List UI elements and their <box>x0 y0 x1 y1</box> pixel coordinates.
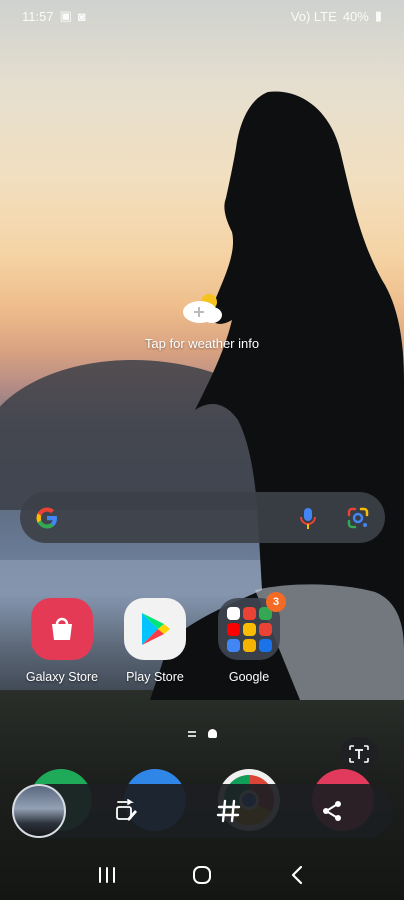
folder-app-grid <box>226 606 272 652</box>
text-extract-button[interactable] <box>340 737 378 771</box>
page-indicator[interactable] <box>0 729 404 738</box>
scroll-capture-button[interactable] <box>110 795 142 827</box>
hashtag-icon <box>216 799 241 823</box>
tag-button[interactable] <box>213 795 245 827</box>
app-google-folder[interactable]: 3 Google <box>209 592 289 684</box>
google-g-icon <box>36 507 57 528</box>
share-icon <box>323 801 341 821</box>
status-time: 11:57 <box>22 8 54 24</box>
galaxy-store-icon <box>31 598 93 660</box>
folder-google-icon <box>226 606 240 620</box>
recents-icon <box>99 867 116 883</box>
screenshot-toolbar <box>12 784 393 838</box>
home-button[interactable] <box>182 855 222 895</box>
battery-icon: ▮ <box>374 8 382 23</box>
screenshot-thumbnail[interactable] <box>12 784 66 838</box>
folder-drive-icon <box>242 622 256 636</box>
back-icon <box>291 865 302 885</box>
text-extract-icon <box>349 745 369 763</box>
weather-widget[interactable]: Tap for weather info <box>0 292 404 351</box>
app-label: Galaxy Store <box>25 670 99 684</box>
play-store-icon <box>124 598 186 660</box>
folder-gmail-icon <box>242 606 256 620</box>
battery-text: 40% <box>342 8 369 24</box>
status-bar: 11:57 ▣ ◙ Vo) LTE 40% ▮ <box>0 0 404 32</box>
contacts-icon: ◙ <box>77 8 86 24</box>
recents-button[interactable] <box>87 855 127 895</box>
share-button[interactable] <box>316 795 348 827</box>
back-button[interactable] <box>277 855 317 895</box>
page-indicator-home <box>207 729 217 738</box>
folder-youtube-icon <box>226 622 240 636</box>
scroll-capture-icon <box>116 799 137 821</box>
app-label: Play Store <box>126 670 184 684</box>
google-lens-icon[interactable] <box>345 505 371 531</box>
folder-duo-icon <box>258 638 272 652</box>
folder-meet-icon <box>226 638 240 652</box>
folder-ytmusic-icon <box>258 622 272 636</box>
folder-photos-icon <box>242 638 256 652</box>
app-label: Google <box>228 670 270 684</box>
app-play-store[interactable]: Play Store <box>115 598 195 684</box>
page-indicator-list <box>187 730 196 737</box>
signal-text: Vo) LTE <box>290 8 337 24</box>
notification-badge: 3 <box>266 592 286 612</box>
weather-add-icon <box>183 294 222 323</box>
gallery-icon: ▣ <box>59 8 72 23</box>
status-right: Vo) LTE 40% ▮ <box>291 8 382 24</box>
google-folder-icon: 3 <box>218 592 286 660</box>
app-galaxy-store[interactable]: Galaxy Store <box>22 598 102 684</box>
home-icon <box>192 866 211 884</box>
mic-icon[interactable] <box>295 505 321 531</box>
google-search-bar[interactable] <box>20 492 385 543</box>
navigation-bar <box>0 850 404 900</box>
status-left: 11:57 ▣ ◙ <box>22 8 86 24</box>
weather-label: Tap for weather info <box>144 336 260 351</box>
